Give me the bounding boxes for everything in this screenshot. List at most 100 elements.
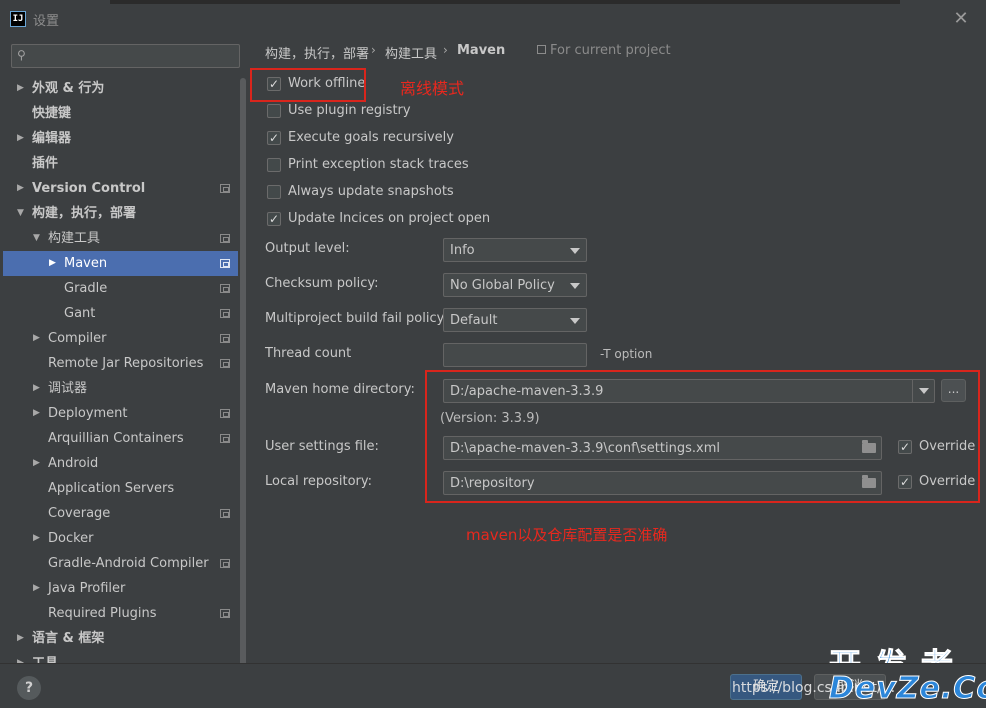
sidebar-item-label: 编辑器	[32, 131, 72, 146]
use-plugin-registry-checkbox[interactable]	[267, 104, 281, 118]
project-scope-icon	[220, 409, 230, 418]
settings-sidebar: ⚲ ▶ 外观 & 行为 快捷键 ▶ 编辑器插件 ▶ Version Control ▼ 构建，执…	[0, 38, 247, 686]
chevron-right-icon[interactable]: ▶	[33, 451, 40, 476]
sidebar-item-label: 构建工具	[48, 231, 101, 246]
sidebar-item-label: Java Profiler	[48, 581, 126, 596]
sidebar-item[interactable]: ▶ 外观 & 行为	[3, 76, 238, 101]
sidebar-item[interactable]: Gant	[3, 301, 238, 326]
chevron-right-icon[interactable]: ▶	[33, 376, 40, 401]
watermark-brand-bottom: DevZe.CoM	[829, 671, 986, 707]
sidebar-item[interactable]: ▼ 构建工具	[3, 226, 238, 251]
sidebar-item[interactable]: Remote Jar Repositories	[3, 351, 238, 376]
sidebar-item-label: Docker	[48, 531, 94, 546]
multiproject-fail-policy-label: Multiproject build fail policy:	[265, 311, 448, 326]
sidebar-item[interactable]: 快捷键	[3, 101, 238, 126]
sidebar-item[interactable]: ▶ 调试器	[3, 376, 238, 401]
sidebar-item[interactable]: ▶ 语言 & 框架	[3, 626, 238, 651]
work-offline-highlight	[250, 68, 366, 102]
close-icon[interactable]: ✕	[951, 9, 971, 29]
chevron-right-icon[interactable]: ▶	[33, 526, 40, 551]
breadcrumb-separator: ›	[443, 43, 448, 57]
sidebar-item-label: 快捷键	[32, 106, 72, 121]
output-level-select[interactable]: Info	[443, 238, 587, 262]
sidebar-item-label: Remote Jar Repositories	[48, 356, 204, 371]
breadcrumb-build-tools: 构建工具	[385, 47, 438, 62]
sidebar-item[interactable]: ▶ Compiler	[3, 326, 238, 351]
sidebar-item[interactable]: ▶ Maven	[3, 251, 238, 276]
sidebar-item-label: Gradle	[64, 281, 108, 296]
sidebar-item-label: Version Control	[32, 181, 146, 196]
use-plugin-registry-label: Use plugin registry	[288, 103, 411, 118]
sidebar-item-label: Compiler	[48, 331, 107, 346]
print-exception-checkbox[interactable]	[267, 158, 281, 172]
chevron-right-icon[interactable]: ▶	[33, 401, 40, 426]
chevron-right-icon[interactable]: ▶	[49, 251, 56, 276]
sidebar-item[interactable]: ▶ Version Control	[3, 176, 238, 201]
chevron-down-icon[interactable]: ▼	[33, 226, 40, 251]
sidebar-item[interactable]: Gradle-Android Compiler	[3, 551, 238, 576]
sidebar-item-label: Arquillian Containers	[48, 431, 184, 446]
chevron-down-icon	[570, 283, 580, 289]
breadcrumb-build-execution: 构建，执行，部署	[265, 47, 370, 62]
sidebar-item-label: Deployment	[48, 406, 128, 421]
chevron-down-icon[interactable]: ▼	[17, 201, 24, 226]
title-bar-edge	[110, 0, 900, 4]
sidebar-item[interactable]: ▶ 编辑器	[3, 126, 238, 151]
sidebar-item[interactable]: Arquillian Containers	[3, 426, 238, 451]
chevron-right-icon[interactable]: ▶	[17, 626, 24, 651]
update-indices-checkbox[interactable]: ✓	[267, 212, 281, 226]
execute-goals-recursively-label: Execute goals recursively	[288, 130, 454, 145]
sidebar-scrollbar[interactable]	[240, 78, 246, 685]
help-button[interactable]: ?	[17, 676, 41, 700]
project-scope-icon	[220, 559, 230, 568]
project-scope-icon	[220, 259, 230, 268]
sidebar-item-label: Gradle-Android Compiler	[48, 556, 209, 571]
chevron-right-icon[interactable]: ▶	[33, 576, 40, 601]
always-update-snapshots-label: Always update snapshots	[288, 184, 454, 199]
project-scope-icon	[220, 434, 230, 443]
multiproject-fail-policy-select[interactable]: Default	[443, 308, 587, 332]
checksum-policy-select[interactable]: No Global Policy	[443, 273, 587, 297]
sidebar-item[interactable]: ▶ Java Profiler	[3, 576, 238, 601]
for-current-project: For current project	[537, 43, 671, 58]
user-settings-label: User settings file:	[265, 439, 379, 454]
sidebar-item[interactable]: ▶ Deployment	[3, 401, 238, 426]
chevron-down-icon	[570, 318, 580, 324]
search-input[interactable]	[34, 47, 234, 65]
breadcrumb-separator: ›	[371, 43, 376, 57]
print-exception-label: Print exception stack traces	[288, 157, 469, 172]
chevron-right-icon[interactable]: ▶	[17, 76, 24, 101]
sidebar-item-label: Maven	[64, 256, 108, 271]
sidebar-item[interactable]: ▶ Docker	[3, 526, 238, 551]
sidebar-item-label: 插件	[32, 156, 59, 171]
sidebar-item-label: 外观 & 行为	[32, 81, 105, 96]
sidebar-item[interactable]: Gradle	[3, 276, 238, 301]
thread-count-input[interactable]	[443, 343, 587, 367]
chevron-right-icon[interactable]: ▶	[33, 326, 40, 351]
sidebar-item[interactable]: ▶ Android	[3, 451, 238, 476]
offline-mode-annotation: 离线模式	[400, 79, 465, 98]
sidebar-item[interactable]: Coverage	[3, 501, 238, 526]
project-scope-icon	[220, 309, 230, 318]
chevron-right-icon[interactable]: ▶	[17, 176, 24, 201]
always-update-snapshots-checkbox[interactable]	[267, 185, 281, 199]
window-title: 设置	[33, 14, 60, 29]
sidebar-item[interactable]: Application Servers	[3, 476, 238, 501]
checksum-policy-value: No Global Policy	[450, 278, 555, 293]
chevron-right-icon[interactable]: ▶	[17, 126, 24, 151]
sidebar-item-label: Gant	[64, 306, 96, 321]
project-scope-icon	[220, 234, 230, 243]
sidebar-item-label: 调试器	[48, 381, 88, 396]
sidebar-item[interactable]: ▼ 构建，执行，部署	[3, 201, 238, 226]
maven-settings-panel: 构建，执行，部署 › 构建工具 › Maven For current proj…	[247, 38, 986, 663]
sidebar-item[interactable]: 插件	[3, 151, 238, 176]
output-level-value: Info	[450, 243, 475, 258]
maven-home-label: Maven home directory:	[265, 382, 415, 397]
project-scope-icon	[220, 509, 230, 518]
sidebar-item[interactable]: Required Plugins	[3, 601, 238, 626]
settings-search[interactable]: ⚲	[11, 44, 240, 68]
project-scope-icon	[220, 609, 230, 618]
breadcrumb-maven: Maven	[457, 43, 506, 58]
execute-goals-recursively-checkbox[interactable]: ✓	[267, 131, 281, 145]
project-scope-icon	[537, 45, 546, 54]
